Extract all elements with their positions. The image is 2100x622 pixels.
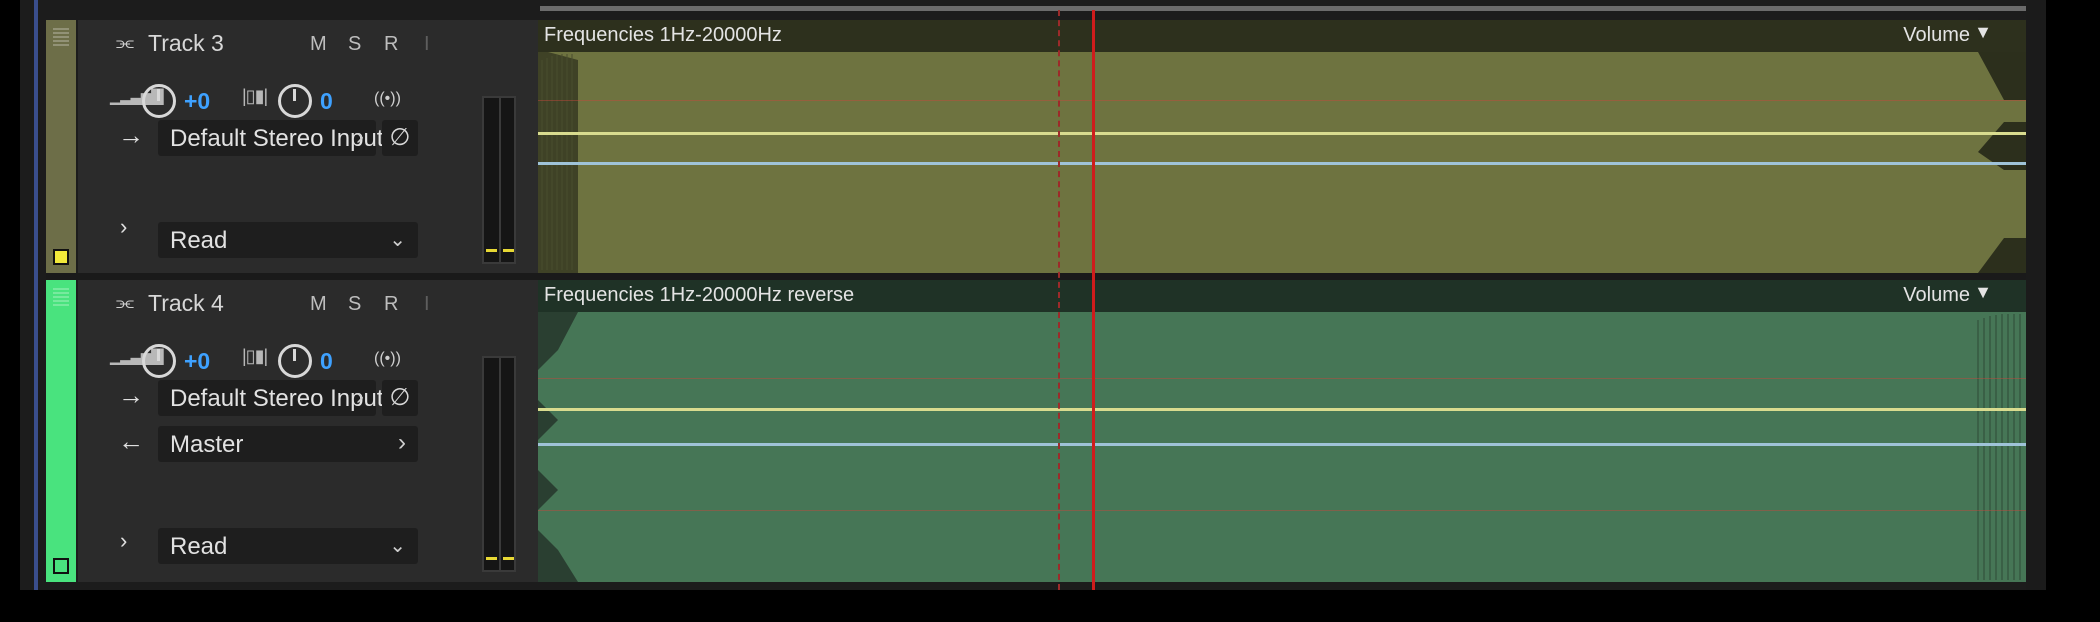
lane-parameter-label[interactable]: Volume <box>1903 284 1970 307</box>
clip-lane[interactable]: Frequencies 1Hz-20000Hz reverse Volume ▼ <box>538 280 2026 582</box>
chevron-down-icon[interactable]: ▼ <box>1974 282 1992 303</box>
pan-envelope[interactable] <box>538 408 2026 411</box>
input-label: Default Stereo Input <box>170 125 384 152</box>
chevron-right-icon: › <box>398 429 406 456</box>
clip-header[interactable]: Frequencies 1Hz-20000Hz reverse Volume ▼ <box>538 280 2026 312</box>
track-name[interactable]: Track 4 <box>148 290 224 317</box>
waveform-icon: ⫘ <box>116 292 134 314</box>
volume-envelope[interactable] <box>538 443 2026 446</box>
volume-knob[interactable] <box>142 84 176 118</box>
stereo-icon[interactable]: ((•)) <box>374 90 401 108</box>
record-arm-button[interactable]: R <box>384 293 398 316</box>
volume-value[interactable]: +0 <box>184 88 210 115</box>
track-area-left-border <box>34 0 38 590</box>
playhead[interactable] <box>1092 10 1095 590</box>
mute-button[interactable]: M <box>310 33 327 56</box>
output-label: Master <box>170 431 244 458</box>
solo-button[interactable]: S <box>348 293 361 316</box>
chevron-right-icon: › <box>356 123 364 150</box>
arrow-left-icon: ← <box>118 426 144 456</box>
level-meter <box>482 356 516 572</box>
timeline-scrollbar[interactable] <box>540 6 2026 11</box>
input-monitor-button[interactable]: I <box>424 33 430 56</box>
lane-parameter-label[interactable]: Volume <box>1903 24 1970 47</box>
phase-invert-icon[interactable]: ∅ <box>382 120 418 156</box>
track-color-swatch[interactable] <box>53 249 69 265</box>
clip-title: Frequencies 1Hz-20000Hz <box>544 24 782 46</box>
chevron-down-icon[interactable]: ▼ <box>1974 22 1992 43</box>
drag-handle-icon[interactable] <box>53 28 69 46</box>
input-select[interactable]: Default Stereo Input › <box>158 380 383 416</box>
record-arm-button[interactable]: R <box>384 33 398 56</box>
stereo-icon[interactable]: ((•)) <box>374 350 401 368</box>
automation-mode-select[interactable]: Read ⌄ <box>158 528 418 564</box>
waveform-shape <box>538 312 2021 582</box>
solo-button[interactable]: S <box>348 33 361 56</box>
chevron-down-icon: ⌄ <box>389 229 406 251</box>
chevron-right-icon[interactable]: › <box>120 528 127 554</box>
input-select[interactable]: Default Stereo Input › <box>158 120 383 156</box>
pan-knob[interactable] <box>278 84 312 118</box>
track-name[interactable]: Track 3 <box>148 30 224 57</box>
arrow-right-icon: → <box>118 120 144 150</box>
waveform-icon: ⫘ <box>116 32 134 54</box>
arrow-right-icon: → <box>118 380 144 410</box>
pan-icon: |▯▮| <box>242 86 268 106</box>
pan-icon: |▯▮| <box>242 346 268 366</box>
output-select[interactable]: Master › <box>158 426 418 462</box>
vertical-scroll-area[interactable] <box>2026 0 2046 590</box>
automation-mode-label: Read <box>170 227 228 254</box>
input-monitor-button[interactable]: I <box>424 293 430 316</box>
automation-mode-select[interactable]: Read ⌄ <box>158 222 418 258</box>
pan-value[interactable]: 0 <box>320 348 333 375</box>
phase-invert-icon[interactable]: ∅ <box>382 380 418 416</box>
pan-knob[interactable] <box>278 344 312 378</box>
track-color-bar[interactable] <box>46 280 76 582</box>
input-label: Default Stereo Input <box>170 385 384 412</box>
volume-envelope[interactable] <box>538 162 2026 165</box>
clip-title: Frequencies 1Hz-20000Hz reverse <box>544 284 855 306</box>
track-4: ⫘ Track 4 M S R I ▁▂▃▅▇ +0 |▯▮| 0 ((•)) … <box>46 280 2026 582</box>
selection-marker[interactable] <box>1058 10 1060 590</box>
chevron-down-icon: ⌄ <box>389 535 406 557</box>
mute-button[interactable]: M <box>310 293 327 316</box>
track-3: ⫘ Track 3 M S R I ▁▂▃▅▇ +0 |▯▮| 0 ((•)) … <box>46 20 2026 273</box>
clip-header[interactable]: Frequencies 1Hz-20000Hz Volume ▼ <box>538 20 2026 52</box>
track-header: ⫘ Track 4 M S R I ▁▂▃▅▇ +0 |▯▮| 0 ((•)) … <box>78 280 538 582</box>
track-color-bar[interactable] <box>46 20 76 273</box>
pan-value[interactable]: 0 <box>320 88 333 115</box>
level-meter <box>482 96 516 264</box>
chevron-right-icon: › <box>356 383 364 410</box>
volume-knob[interactable] <box>142 344 176 378</box>
pan-envelope[interactable] <box>538 132 2026 135</box>
track-header: ⫘ Track 3 M S R I ▁▂▃▅▇ +0 |▯▮| 0 ((•)) … <box>78 20 538 273</box>
clip-lane[interactable]: Frequencies 1Hz-20000Hz Volume ▼ <box>538 20 2026 273</box>
track-color-swatch[interactable] <box>53 558 69 574</box>
volume-value[interactable]: +0 <box>184 348 210 375</box>
waveform-shape <box>538 52 2026 273</box>
automation-mode-label: Read <box>170 533 228 560</box>
chevron-right-icon[interactable]: › <box>120 214 127 240</box>
drag-handle-icon[interactable] <box>53 288 69 306</box>
